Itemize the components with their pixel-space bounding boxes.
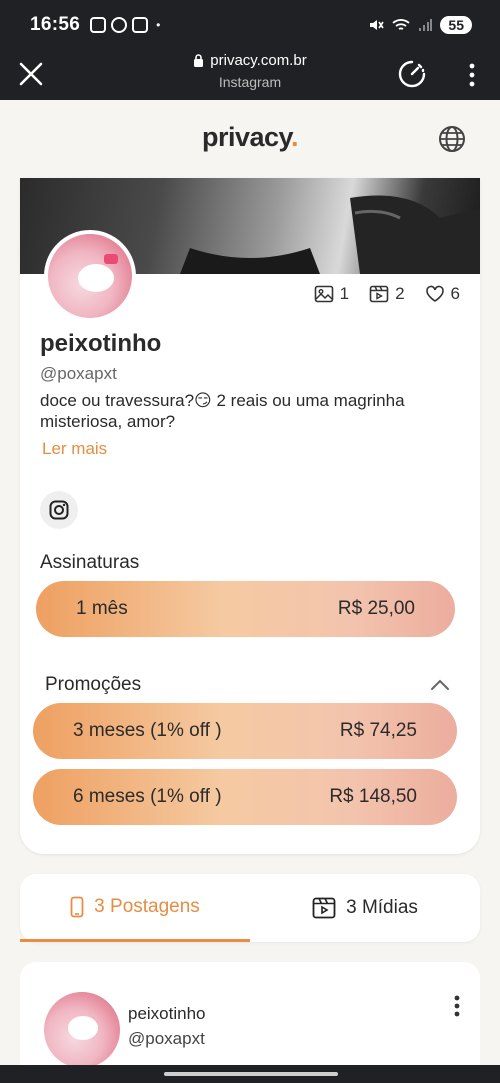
- tab-posts-label: 3 Postagens: [94, 895, 200, 917]
- content-tabs: 3 Postagens 3 Mídias: [20, 874, 480, 942]
- profile-name: peixotinho: [40, 330, 162, 357]
- images-count: 1: [339, 284, 350, 303]
- signal-icon: [419, 19, 433, 31]
- instagram-icon: [49, 500, 69, 520]
- subscriptions-title: Assinaturas: [40, 552, 140, 573]
- promotion-price: R$ 74,25: [339, 720, 417, 741]
- promotion-plan-button[interactable]: 6 meses (1% off ) R$ 148,50: [33, 769, 457, 825]
- speedometer-icon[interactable]: [397, 59, 427, 89]
- profile-stats: 1 2 6: [300, 284, 460, 304]
- url-text: privacy.com.br: [210, 52, 307, 69]
- images-stat: 1: [314, 284, 349, 304]
- promotion-label: 6 meses (1% off ): [73, 786, 222, 807]
- chevron-up-icon[interactable]: [430, 679, 450, 691]
- logo-accent: .: [291, 122, 299, 152]
- videos-count: 2: [395, 284, 405, 303]
- instagram-notification-icon: [90, 17, 107, 33]
- post-avatar[interactable]: [44, 992, 120, 1068]
- post-author-name[interactable]: peixotinho: [128, 1004, 206, 1024]
- browser-toolbar: privacy.com.br Instagram: [0, 50, 500, 100]
- status-bar: 16:56 • 55: [0, 0, 500, 50]
- instagram-link-button[interactable]: [40, 491, 78, 529]
- post-author-handle: @poxapxt: [128, 1029, 205, 1048]
- more-menu-icon[interactable]: [462, 62, 482, 88]
- likes-count: 6: [450, 284, 460, 303]
- more-notifications-dot: •: [156, 18, 161, 32]
- promotion-label: 3 meses (1% off ): [73, 720, 222, 741]
- promotions-title: Promoções: [45, 674, 142, 695]
- profile-bio: doce ou travessura?😏 2 reais ou uma magr…: [40, 391, 405, 431]
- plan-label: 1 mês: [76, 598, 128, 619]
- avatar-character: [68, 1016, 98, 1040]
- videos-stat: 2: [369, 284, 405, 304]
- whatsapp-notification-icon: [111, 17, 128, 33]
- subscription-plan-button[interactable]: 1 mês R$ 25,00: [36, 581, 455, 637]
- avatar-bow: [104, 254, 118, 264]
- home-indicator[interactable]: [164, 1072, 338, 1076]
- profile-avatar[interactable]: [44, 230, 136, 322]
- wifi-icon: [392, 19, 411, 30]
- heart-icon: [425, 285, 444, 302]
- status-right: 55: [368, 16, 472, 34]
- url-row: privacy.com.br: [193, 52, 307, 69]
- status-time: 16:56: [30, 14, 81, 35]
- video-icon: [369, 285, 389, 303]
- instagram-notification-icon-2: [132, 17, 149, 33]
- promotion-plan-button[interactable]: 3 meses (1% off ) R$ 74,25: [33, 703, 457, 759]
- logo-text: privacy: [201, 122, 292, 152]
- tab-media[interactable]: 3 Mídias: [250, 874, 480, 942]
- phone-icon: [70, 896, 84, 917]
- video-icon: [312, 897, 336, 919]
- image-icon: [314, 285, 333, 303]
- profile-handle: @poxapxt: [40, 364, 117, 383]
- gesture-bar: [0, 1065, 500, 1083]
- site-header: privacy.: [0, 100, 500, 178]
- read-more-link[interactable]: Ler mais: [42, 439, 107, 459]
- notification-icons: [90, 17, 149, 33]
- tab-media-label: 3 Mídias: [346, 897, 418, 918]
- profile-card: 1 2 6 peixotinho @poxapxt doce ou traves…: [20, 178, 480, 854]
- likes-stat: 6: [425, 284, 460, 304]
- lock-icon: [194, 54, 204, 67]
- plan-price: R$ 25,00: [337, 598, 415, 619]
- promotion-price: R$ 148,50: [329, 786, 417, 807]
- mute-icon: [370, 20, 385, 30]
- battery-indicator: 55: [440, 16, 472, 34]
- privacy-logo[interactable]: privacy.: [0, 122, 500, 153]
- globe-icon[interactable]: [437, 124, 467, 154]
- post-options-icon[interactable]: [452, 994, 462, 1018]
- tab-posts[interactable]: 3 Postagens: [20, 874, 250, 942]
- avatar-character: [78, 264, 114, 292]
